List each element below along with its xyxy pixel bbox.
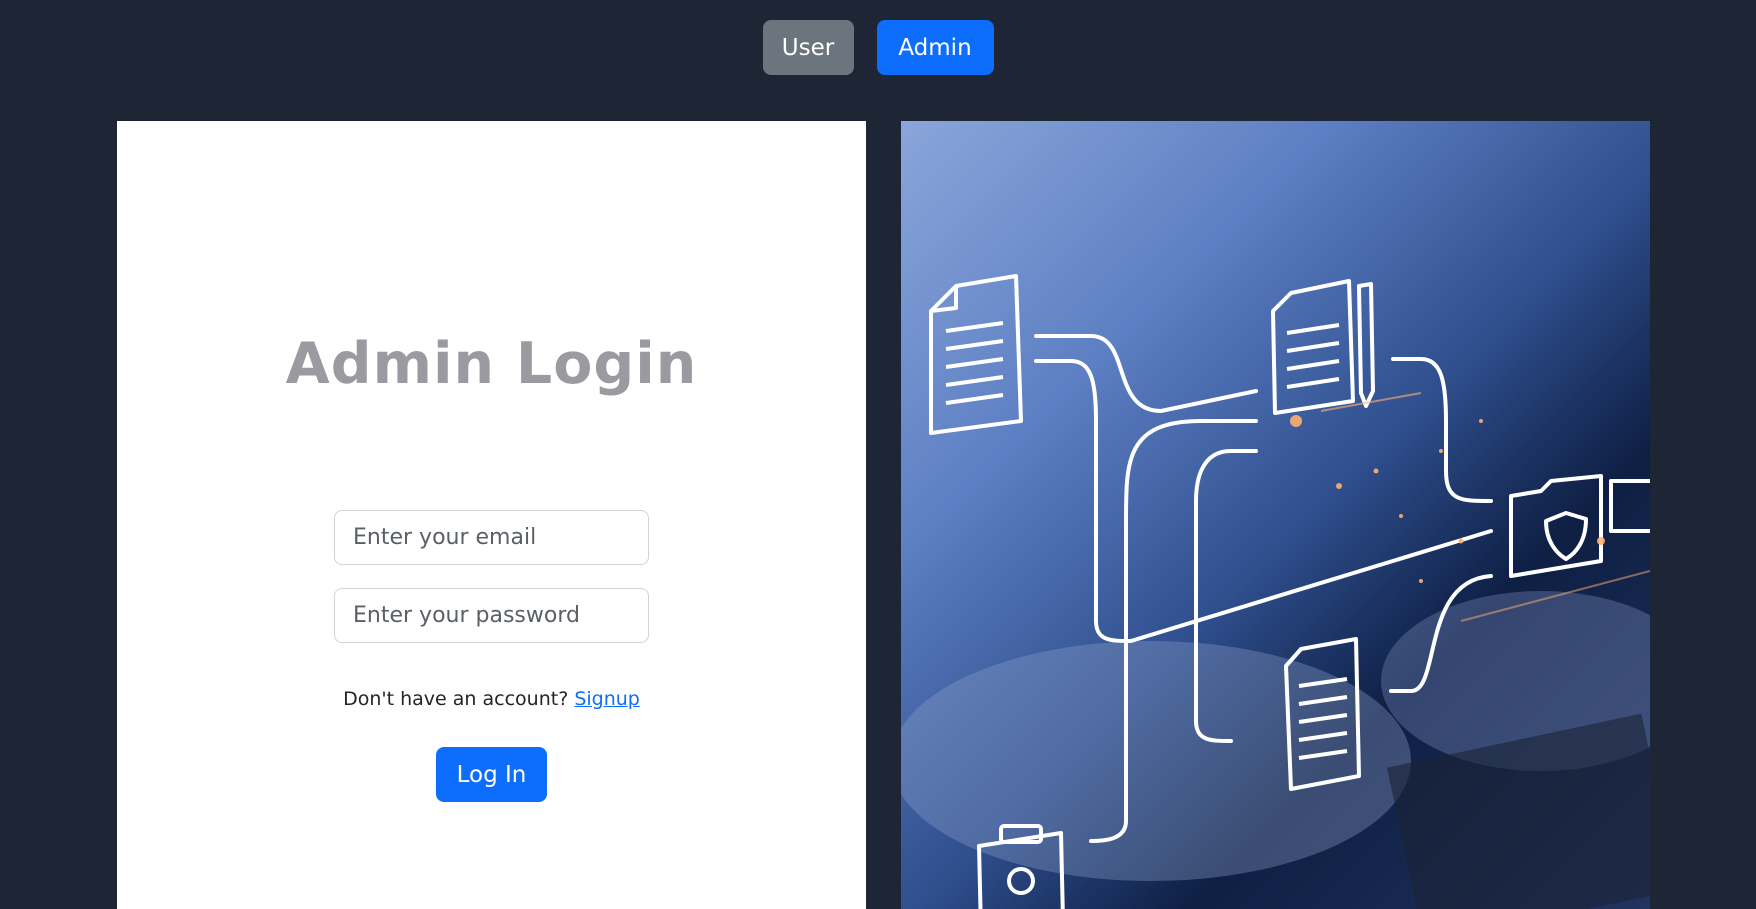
admin-role-button[interactable]: Admin xyxy=(876,20,994,75)
folder-shield-icon xyxy=(1509,474,1650,578)
digital-workflow-illustration xyxy=(901,274,1650,909)
document-with-pen-icon xyxy=(1271,279,1375,415)
signup-prompt-text: Don't have an account? xyxy=(343,688,569,710)
login-button[interactable]: Log In xyxy=(436,747,547,802)
login-panel: Admin Login Don't have an account? Signu… xyxy=(117,121,866,909)
page-title: Admin Login xyxy=(285,331,698,397)
role-switcher: User Admin xyxy=(0,20,1756,75)
document-icon xyxy=(929,274,1023,435)
password-field[interactable] xyxy=(334,588,649,643)
hero-image xyxy=(901,121,1650,909)
signup-prompt-row: Don't have an account? Signup xyxy=(117,688,866,710)
user-role-button[interactable]: User xyxy=(762,20,854,75)
email-field[interactable] xyxy=(334,510,649,565)
signup-link[interactable]: Signup xyxy=(574,688,640,710)
